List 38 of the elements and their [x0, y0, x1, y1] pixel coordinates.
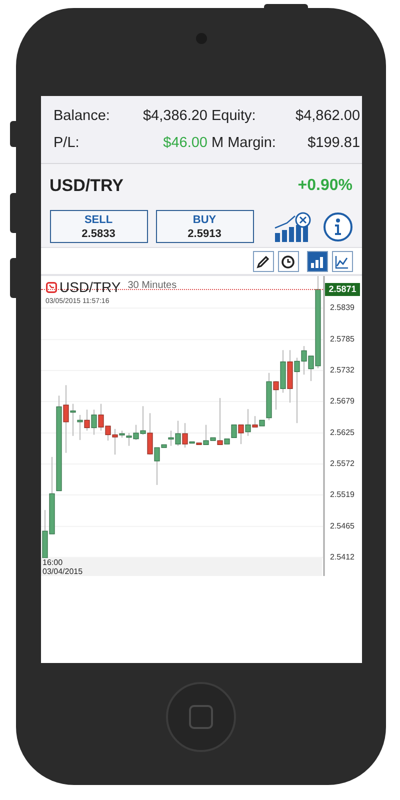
instrument-symbol: USD/TRY	[50, 176, 124, 196]
price-label: 2.5732	[330, 366, 354, 375]
pencil-icon	[256, 254, 270, 268]
date-label: 03/04/2015	[42, 567, 84, 576]
price-badge: 2.5871	[324, 283, 360, 296]
toolbar-button[interactable]	[332, 251, 352, 272]
account-value: $199.81	[306, 135, 360, 151]
account-label: P/L:	[52, 135, 80, 151]
home-square-icon	[189, 705, 213, 729]
price-label: 2.5785	[330, 334, 354, 344]
info-icon	[322, 212, 352, 242]
account-value: $46.00	[162, 135, 208, 151]
clock-icon	[46, 282, 56, 292]
price-label: 2.5839	[330, 303, 354, 312]
bar-chart-icon	[310, 254, 324, 268]
account-value: $4,386.20	[142, 108, 208, 124]
toolbar-button[interactable]	[278, 251, 298, 272]
trade-button[interactable]: SELL 2.5833	[50, 210, 148, 243]
price-label: 2.5519	[330, 490, 354, 499]
line-chart-icon	[335, 254, 349, 268]
chart-symbol: USD/TRY	[60, 279, 121, 295]
info-button[interactable]	[322, 212, 352, 242]
price-label: 2.5625	[330, 428, 354, 438]
clock-icon	[281, 254, 295, 268]
price-label: 2.5572	[330, 459, 354, 468]
price-label: 2.5465	[330, 522, 354, 530]
time-label: 16:00	[42, 558, 64, 567]
toolbar-button[interactable]	[252, 251, 274, 272]
chart-interval: 30 Minutes	[128, 280, 177, 290]
account-label: M Margin:	[210, 135, 277, 151]
price-label: 2.5412	[330, 552, 354, 562]
price-change: +0.90%	[298, 177, 352, 195]
account-label: Balance:	[52, 108, 111, 124]
toolbar-button[interactable]	[306, 251, 328, 272]
account-label: Equity:	[210, 108, 257, 124]
price-label: 2.5679	[330, 396, 354, 406]
trade-button[interactable]: BUY 2.5913	[156, 210, 254, 243]
account-value: $4,862.00	[296, 108, 360, 124]
